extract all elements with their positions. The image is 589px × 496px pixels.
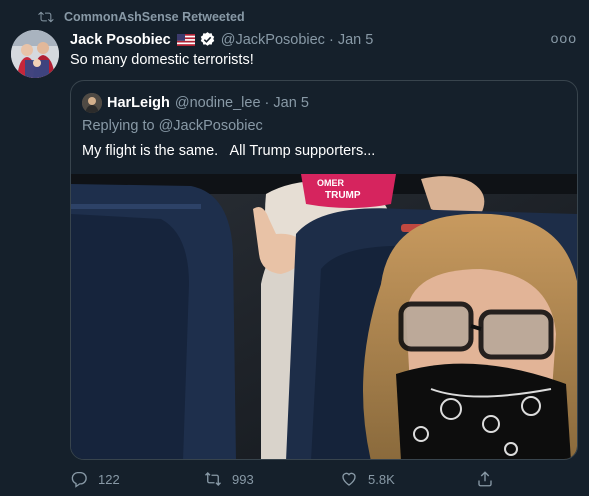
author-name[interactable]: Jack Posobiec [70, 32, 171, 48]
retweet-count: 993 [232, 471, 254, 487]
share-icon [478, 471, 492, 487]
retweet-action-icon [205, 472, 221, 486]
replying-to-line: Replying to @JackPosobiec [82, 118, 263, 134]
us-flag-icon [176, 33, 195, 46]
heart-icon [342, 472, 356, 486]
retweet-button[interactable]: 993 [204, 470, 254, 488]
hat-text-2: TRUMP [325, 190, 361, 201]
retweet-icon [38, 11, 54, 23]
verified-badge-icon [200, 32, 214, 46]
like-button[interactable]: 5.8K [340, 470, 395, 488]
hat-text-1: OMER [317, 178, 345, 188]
like-count: 5.8K [368, 471, 395, 487]
quoted-tweet[interactable]: HarLeigh @nodine_lee · Jan 5 Replying to… [70, 80, 578, 460]
tweet-text: So many domestic terrorists! [70, 52, 254, 68]
tweet-header: Jack Posobiec @JackPosobiec · Jan 5 [70, 31, 373, 48]
quoted-tweet-text: My flight is the same. All Trump support… [82, 143, 376, 159]
quoted-photo[interactable]: OMER TRUMP [71, 174, 577, 459]
reply-button[interactable]: 122 [70, 470, 120, 488]
quoted-avatar [82, 93, 102, 113]
reply-count: 122 [98, 471, 120, 487]
reply-icon [71, 471, 87, 488]
quoted-handle-date: @nodine_lee · Jan 5 [174, 95, 309, 111]
tweet-actions: 122 993 5.8K [70, 470, 500, 490]
retweeted-by-label: CommonAshSense Retweeted [64, 10, 245, 24]
more-options-icon[interactable]: ooo [551, 30, 577, 46]
retweeted-by-row[interactable]: CommonAshSense Retweeted [38, 8, 245, 26]
quoted-tweet-header: HarLeigh @nodine_lee · Jan 5 [82, 93, 309, 113]
avatar[interactable] [11, 30, 59, 78]
quoted-author-name: HarLeigh [107, 95, 170, 111]
author-handle-date[interactable]: @JackPosobiec · Jan 5 [221, 32, 374, 48]
share-button[interactable] [476, 470, 504, 488]
